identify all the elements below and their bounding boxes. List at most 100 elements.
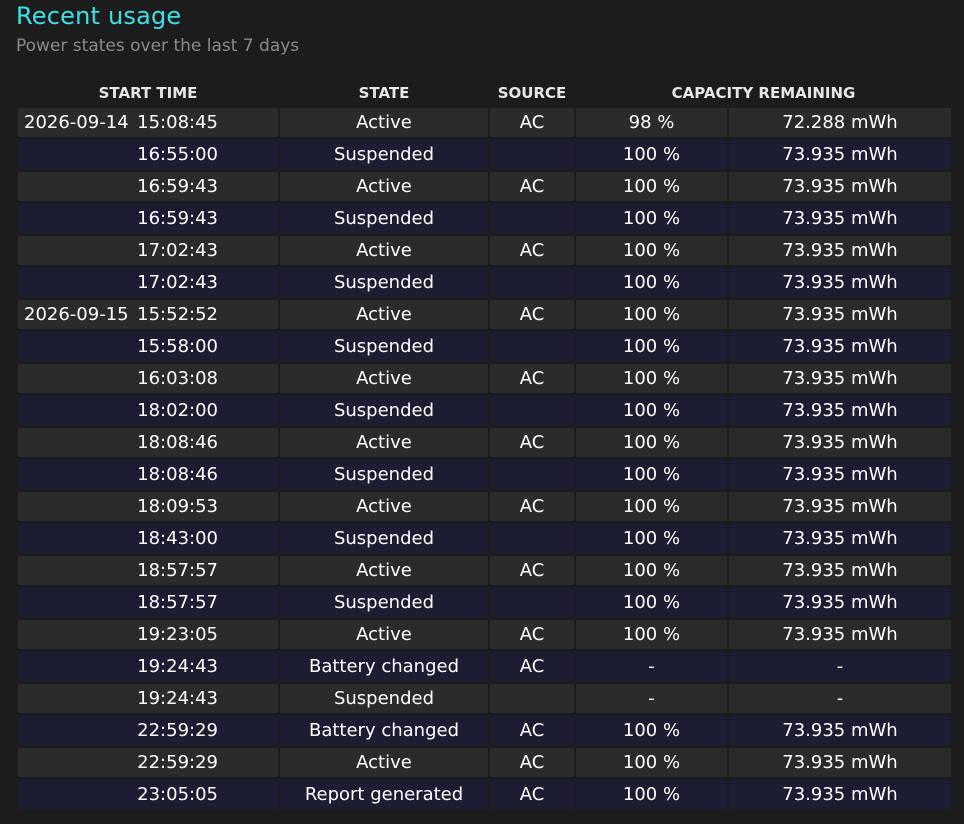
header-capacity-remaining: CAPACITY REMAINING [671,84,856,102]
capacity-percent-cell: - [576,652,727,681]
time-text: 18:43:00 [137,528,218,549]
time-text: 22:59:29 [137,720,218,741]
state-cell: Active [280,556,488,585]
start-time-cell: 18:57:57 [18,556,278,585]
source-cell: AC [490,716,574,745]
table-row: 17:02:43 Suspended 100 % 73.935 mWh [18,268,952,300]
capacity-percent-cell: 100 % [576,780,727,809]
start-time-cell: 16:59:43 [18,172,278,201]
source-cell: AC [490,748,574,777]
table-row: 18:08:46 Suspended 100 % 73.935 mWh [18,460,952,492]
source-cell: AC [490,108,574,137]
table-row: 18:08:46 Active AC 100 % 73.935 mWh [18,428,952,460]
table-header: START TIME STATE SOURCE CAPACITY REMAINI… [18,78,952,108]
table-row: 16:59:43 Active AC 100 % 73.935 mWh [18,172,952,204]
header-source: SOURCE [497,84,567,102]
capacity-mwh-cell: 73.935 mWh [729,588,951,617]
time-text: 19:24:43 [137,656,218,677]
start-time-cell: 19:23:05 [18,620,278,649]
capacity-mwh-cell: - [729,684,951,713]
start-time-cell: 16:59:43 [18,204,278,233]
table-row: 2026-09-14 15:08:45 Active AC 98 % 72.288 mWh [18,108,952,140]
start-time-cell: 23:05:05 [18,780,278,809]
capacity-mwh-cell: - [729,652,951,681]
capacity-percent-cell: - [576,684,727,713]
start-time-cell: 2026-09-15 15:52:52 [18,300,278,329]
state-cell: Active [280,300,488,329]
source-cell: AC [490,428,574,457]
capacity-percent-cell: 100 % [576,396,727,425]
capacity-mwh-cell: 73.935 mWh [729,396,951,425]
capacity-percent-cell: 98 % [576,108,727,137]
source-cell [490,588,574,617]
capacity-mwh-cell: 73.935 mWh [729,748,951,777]
start-time-cell: 17:02:43 [18,268,278,297]
time-text: 17:02:43 [137,240,218,261]
table-row: 18:09:53 Active AC 100 % 73.935 mWh [18,492,952,524]
start-time-cell: 18:08:46 [18,460,278,489]
source-cell [490,204,574,233]
capacity-mwh-cell: 73.935 mWh [729,556,951,585]
time-text: 15:52:52 [137,304,218,325]
state-cell: Battery changed [280,652,488,681]
source-cell [490,524,574,553]
table-row: 18:57:57 Suspended 100 % 73.935 mWh [18,588,952,620]
capacity-percent-cell: 100 % [576,364,727,393]
state-cell: Suspended [280,524,488,553]
capacity-mwh-cell: 73.935 mWh [729,268,951,297]
state-cell: Active [280,620,488,649]
table-row: 18:57:57 Active AC 100 % 73.935 mWh [18,556,952,588]
time-text: 16:03:08 [137,368,218,389]
time-text: 16:55:00 [137,144,218,165]
capacity-percent-cell: 100 % [576,236,727,265]
time-text: 18:08:46 [137,432,218,453]
source-cell: AC [490,780,574,809]
capacity-mwh-cell: 73.935 mWh [729,620,951,649]
start-time-cell: 19:24:43 [18,684,278,713]
time-text: 16:59:43 [137,208,218,229]
source-cell [490,460,574,489]
table-row: 16:03:08 Active AC 100 % 73.935 mWh [18,364,952,396]
state-cell: Report generated [280,780,488,809]
capacity-percent-cell: 100 % [576,332,727,361]
capacity-percent-cell: 100 % [576,748,727,777]
source-cell [490,332,574,361]
start-time-cell: 18:43:00 [18,524,278,553]
time-text: 22:59:29 [137,752,218,773]
start-time-cell: 16:03:08 [18,364,278,393]
source-cell [490,396,574,425]
state-cell: Active [280,172,488,201]
capacity-mwh-cell: 73.935 mWh [729,460,951,489]
capacity-mwh-cell: 73.935 mWh [729,332,951,361]
state-cell: Active [280,492,488,521]
capacity-percent-cell: 100 % [576,620,727,649]
state-cell: Suspended [280,332,488,361]
time-text: 19:24:43 [137,688,218,709]
table-row: 16:55:00 Suspended 100 % 73.935 mWh [18,140,952,172]
table-row: 22:59:29 Active AC 100 % 73.935 mWh [18,748,952,780]
start-time-cell: 17:02:43 [18,236,278,265]
start-time-cell: 18:57:57 [18,588,278,617]
capacity-percent-cell: 100 % [576,140,727,169]
source-cell: AC [490,556,574,585]
state-cell: Suspended [280,140,488,169]
table-row: 15:58:00 Suspended 100 % 73.935 mWh [18,332,952,364]
capacity-percent-cell: 100 % [576,588,727,617]
table-row: 22:59:29 Battery changed AC 100 % 73.935 mWh [18,716,952,748]
capacity-mwh-cell: 73.935 mWh [729,172,951,201]
table-row: 23:05:05 Report generated AC 100 % 73.935 mW… [18,780,952,812]
capacity-mwh-cell: 73.935 mWh [729,204,951,233]
capacity-mwh-cell: 73.935 mWh [729,716,951,745]
date-text: 2026-09-15 [24,304,129,325]
capacity-percent-cell: 100 % [576,524,727,553]
capacity-percent-cell: 100 % [576,556,727,585]
capacity-percent-cell: 100 % [576,300,727,329]
time-text: 18:08:46 [137,464,218,485]
table-row: 19:23:05 Active AC 100 % 73.935 mWh [18,620,952,652]
table-row: 2026-09-15 15:52:52 Active AC 100 % 73.935 mW… [18,300,952,332]
capacity-percent-cell: 100 % [576,268,727,297]
capacity-mwh-cell: 73.935 mWh [729,492,951,521]
time-text: 18:57:57 [137,560,218,581]
source-cell: AC [490,620,574,649]
start-time-cell: 16:55:00 [18,140,278,169]
